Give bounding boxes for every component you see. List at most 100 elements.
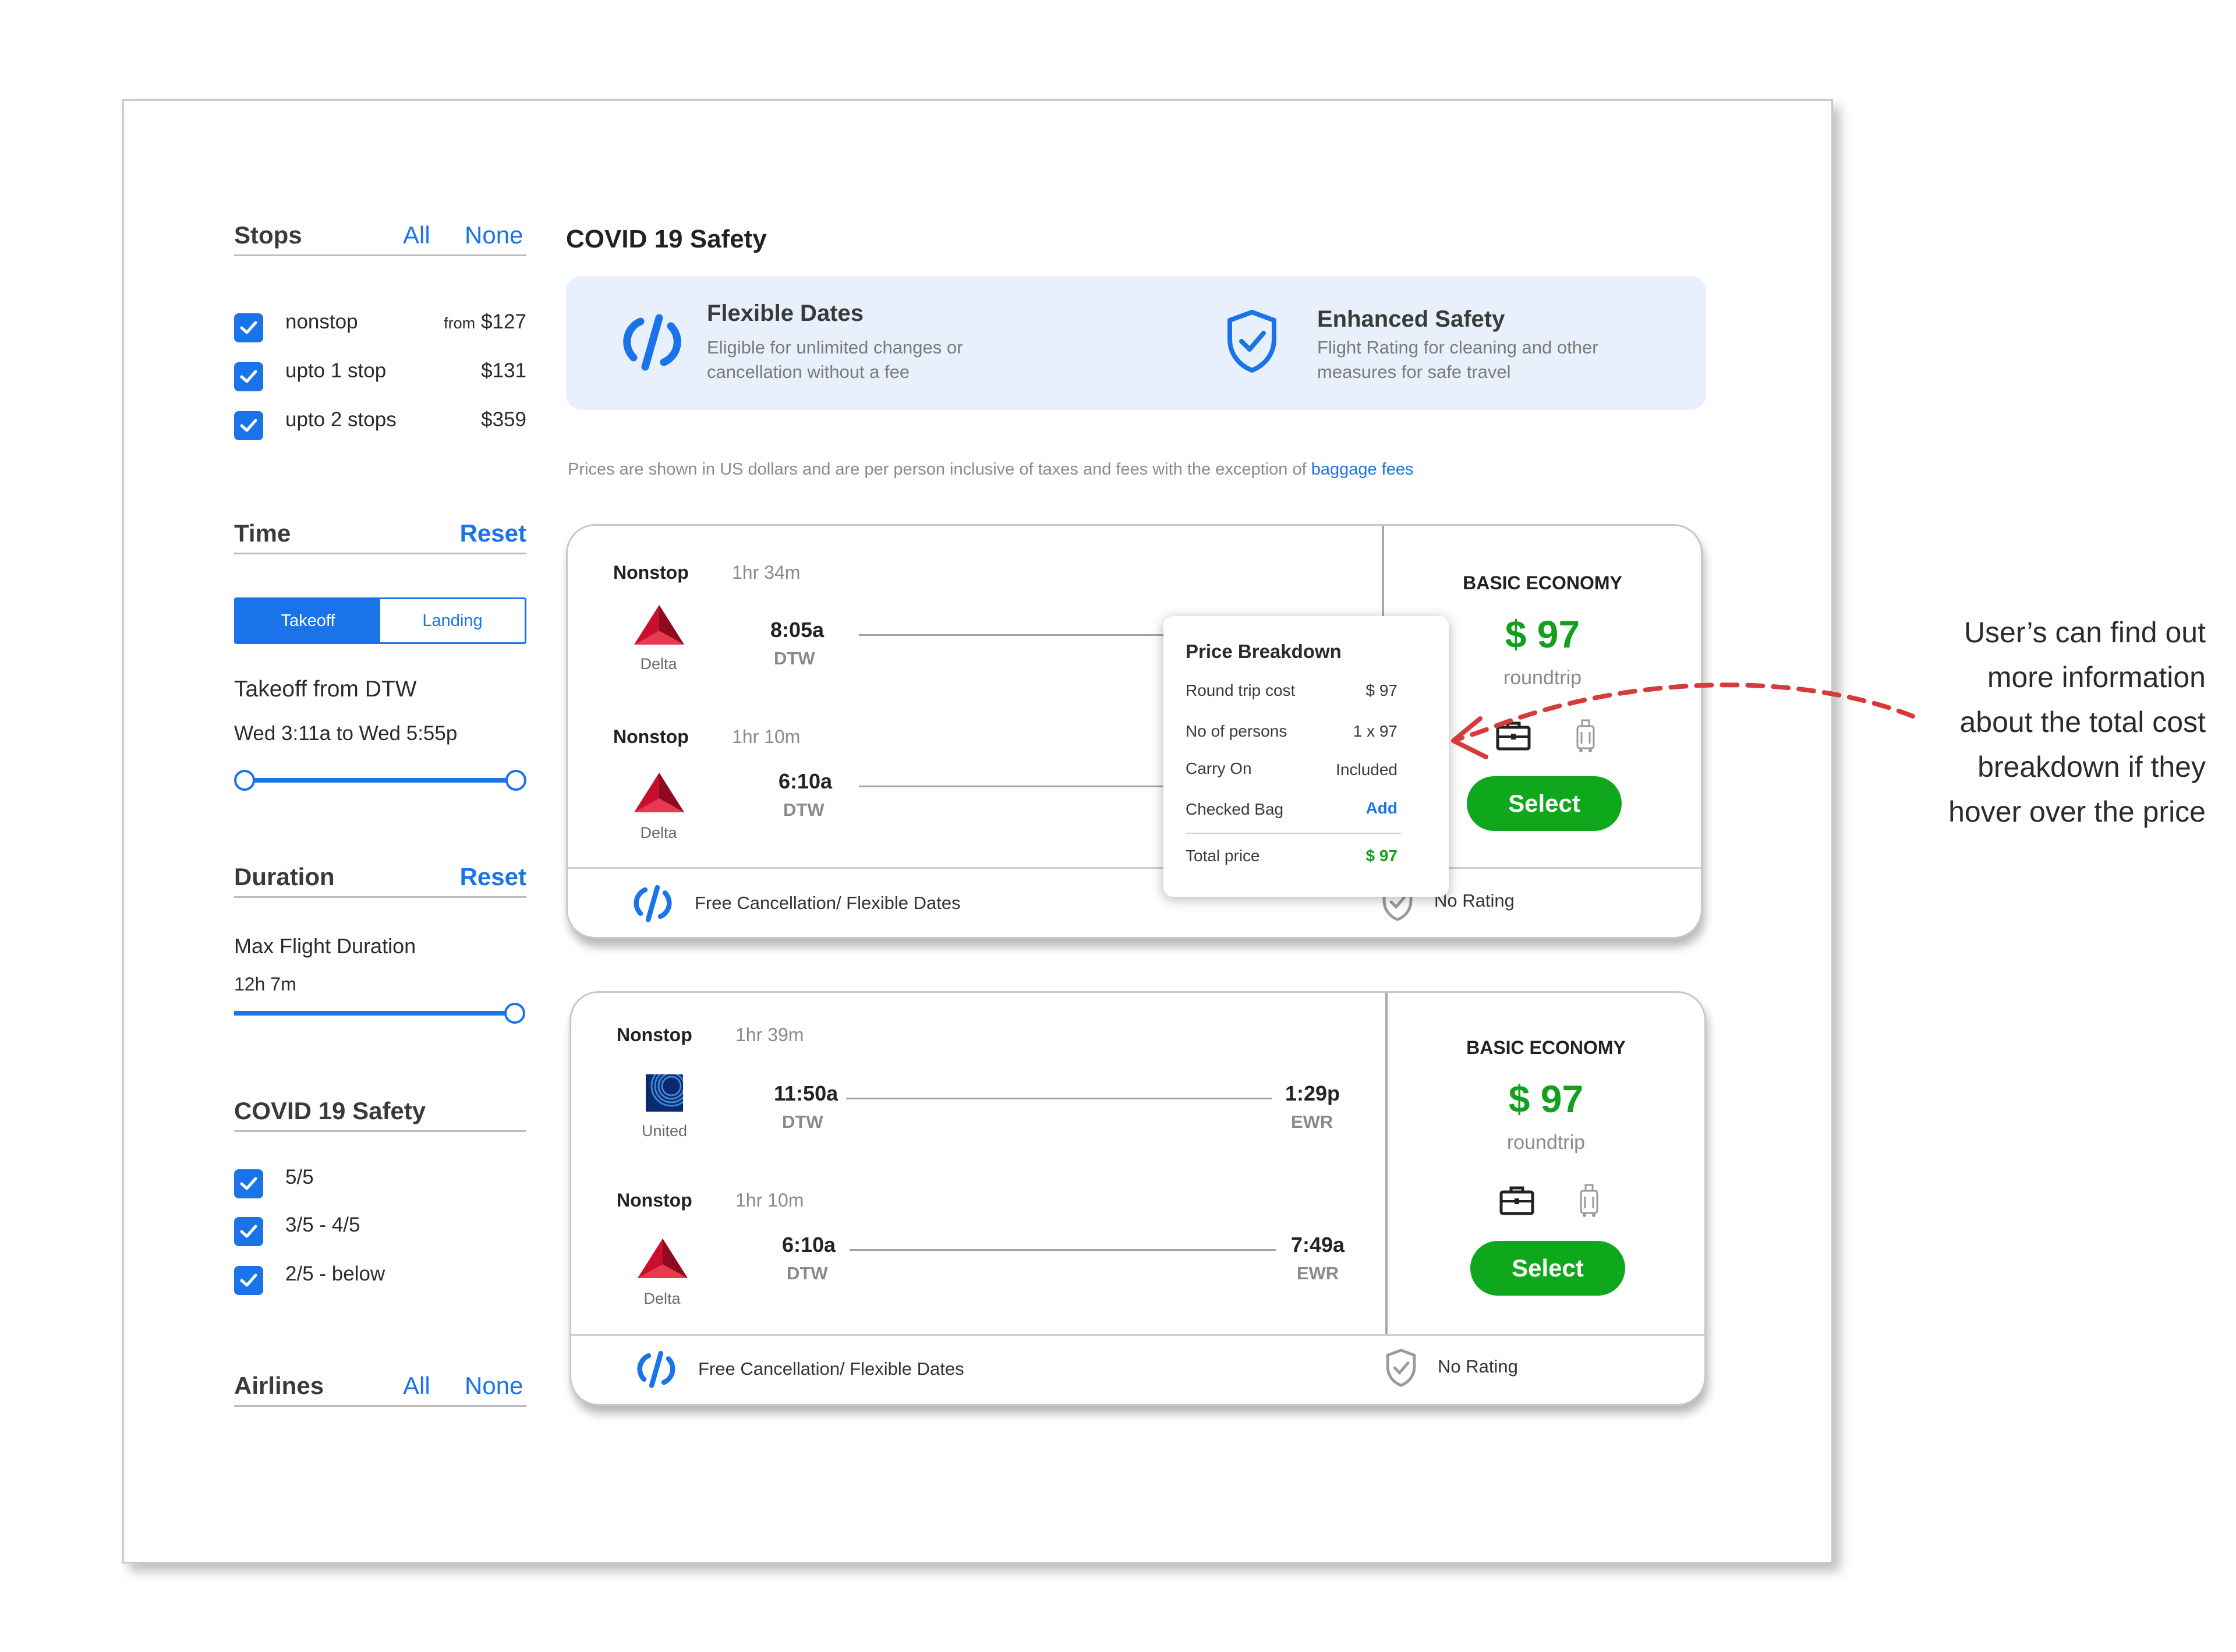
covid-3-4-checkbox[interactable] (234, 1217, 263, 1246)
covid-below-label: 2/5 - below (285, 1262, 385, 1285)
depart-time: 8:05a (770, 618, 825, 642)
takeoff-range-label: Wed 3:11a to Wed 5:55p (234, 722, 458, 745)
depart-airport: DTW (782, 1112, 823, 1132)
baggage-fees-link[interactable]: baggage fees (1311, 460, 1414, 479)
depart-time: 6:10a (779, 769, 833, 793)
depart-time: 11:50a (774, 1081, 838, 1105)
popup-row-value: Included (1336, 760, 1398, 779)
covid-below-checkbox[interactable] (234, 1266, 263, 1295)
leg-stop: Nonstop (617, 1190, 692, 1211)
takeoff-tab[interactable]: Takeoff (236, 599, 380, 642)
delta-logo-icon (634, 773, 684, 812)
airlines-all-link[interactable]: All (403, 1372, 430, 1400)
price-breakdown-popup: Price Breakdown Round trip cost $ 97 No … (1163, 616, 1449, 897)
nonstop-label: nonstop (285, 310, 358, 333)
total-price-value: $ 97 (1365, 847, 1398, 865)
enhanced-safety-title: Enhanced Safety (1317, 306, 1505, 332)
max-duration-value: 12h 7m (234, 974, 296, 995)
time-reset-link[interactable]: Reset (460, 519, 526, 547)
total-price-label: Total price (1186, 847, 1260, 865)
enhanced-safety-desc-2: measures for safe travel (1317, 362, 1511, 382)
check-icon (240, 321, 257, 334)
popup-row-label: Round trip cost (1186, 681, 1296, 699)
page-title: COVID 19 Safety (566, 225, 767, 253)
rating-label: No Rating (1438, 1356, 1518, 1377)
fare-class: BASIC ECONOMY (1466, 1037, 1626, 1058)
depart-airport: DTW (787, 1263, 828, 1283)
flight-line (850, 1249, 1276, 1251)
leg-stop: Nonstop (613, 726, 689, 747)
flight-line (846, 1098, 1272, 1099)
flexible-dates-title: Flexible Dates (707, 300, 864, 326)
popup-row-value: $ 97 (1365, 681, 1398, 699)
select-button[interactable]: Select (1470, 1241, 1625, 1296)
check-icon (240, 1177, 257, 1190)
stops-all-link[interactable]: All (403, 221, 430, 249)
delta-logo-icon (638, 1239, 688, 1278)
flexible-dates-icon (634, 885, 672, 922)
leg-duration: 1hr 10m (732, 726, 801, 747)
arrive-airport: EWR (1291, 1112, 1333, 1132)
nonstop-price-value: $127 (481, 310, 526, 333)
covid-3-4-label: 3/5 - 4/5 (285, 1214, 360, 1236)
one-stop-checkbox[interactable] (234, 362, 263, 391)
united-logo-icon (646, 1074, 683, 1112)
two-stops-checkbox[interactable] (234, 411, 263, 440)
covid-5-checkbox[interactable] (234, 1169, 263, 1198)
airlines-none-link[interactable]: None (465, 1372, 523, 1400)
checked-bag-add-link[interactable]: Add (1366, 799, 1398, 818)
depart-airport: DTW (774, 648, 815, 668)
duration-title: Duration (234, 863, 335, 890)
time-header: Time Reset (234, 514, 526, 554)
one-stop-price: $131 (481, 359, 526, 382)
stops-none-link[interactable]: None (465, 221, 523, 249)
check-icon (240, 419, 257, 432)
popup-title: Price Breakdown (1186, 641, 1342, 662)
duration-slider-track[interactable] (234, 1011, 514, 1016)
arrive-airport: EWR (1297, 1263, 1339, 1283)
duration-header: Duration Reset (234, 857, 526, 898)
flight-line (859, 634, 1197, 636)
duration-reset-link[interactable]: Reset (460, 863, 526, 891)
time-slider-track[interactable] (245, 778, 516, 783)
shield-check-icon (1227, 310, 1276, 373)
depart-time: 6:10a (782, 1233, 836, 1257)
time-title: Time (234, 519, 291, 547)
covid-header: COVID 19 Safety (234, 1091, 526, 1132)
landing-tab[interactable]: Landing (380, 599, 525, 642)
flexible-dates-desc-1: Eligible for unlimited changes or (707, 337, 963, 358)
popup-row-value: 1 x 97 (1353, 722, 1398, 740)
airlines-header: Airlines All None (234, 1366, 526, 1407)
airline-label: Delta (643, 1290, 681, 1307)
max-duration-label: Max Flight Duration (234, 934, 416, 958)
delta-logo-icon (634, 605, 684, 645)
airline-label: Delta (640, 824, 677, 841)
stops-title: Stops (234, 221, 302, 249)
duration-slider-handle[interactable] (504, 1003, 525, 1024)
airlines-title: Airlines (234, 1372, 324, 1399)
arrive-time: 7:49a (1291, 1233, 1345, 1257)
enhanced-safety-desc-1: Flight Rating for cleaning and other (1317, 337, 1598, 358)
popup-divider (1186, 833, 1401, 834)
two-stops-price: $359 (481, 408, 526, 431)
dashed-arrow-icon (1451, 682, 1915, 759)
nonstop-checkbox[interactable] (234, 313, 263, 342)
time-slider-start-handle[interactable] (234, 770, 255, 791)
flight-card[interactable]: Nonstop 1hr 39m United 11:50a DTW 1:29p … (569, 991, 1706, 1406)
annotation-line: more information (1987, 661, 2206, 694)
free-cancellation-label: Free Cancellation/ Flexible Dates (698, 1359, 964, 1379)
leg-duration: 1hr 10m (735, 1190, 804, 1211)
airline-label: Delta (640, 655, 677, 673)
takeoff-landing-toggle: Takeoff Landing (234, 597, 526, 644)
shield-outline-icon (1386, 1349, 1416, 1387)
annotation-text: User’s can find out more information abo… (1903, 610, 2206, 834)
trip-type: roundtrip (1506, 1131, 1586, 1154)
time-slider-end-handle[interactable] (505, 770, 526, 791)
price-amount[interactable]: $ 97 (1406, 1077, 1686, 1121)
safety-banner: Flexible Dates Eligible for unlimited ch… (566, 276, 1706, 410)
annotation-line: about the total cost (1959, 706, 2206, 738)
annotation-line: breakdown if they (1977, 751, 2206, 783)
check-icon (240, 370, 257, 383)
from-label: from (444, 314, 476, 332)
price-note: Prices are shown in US dollars and are p… (568, 460, 1413, 479)
